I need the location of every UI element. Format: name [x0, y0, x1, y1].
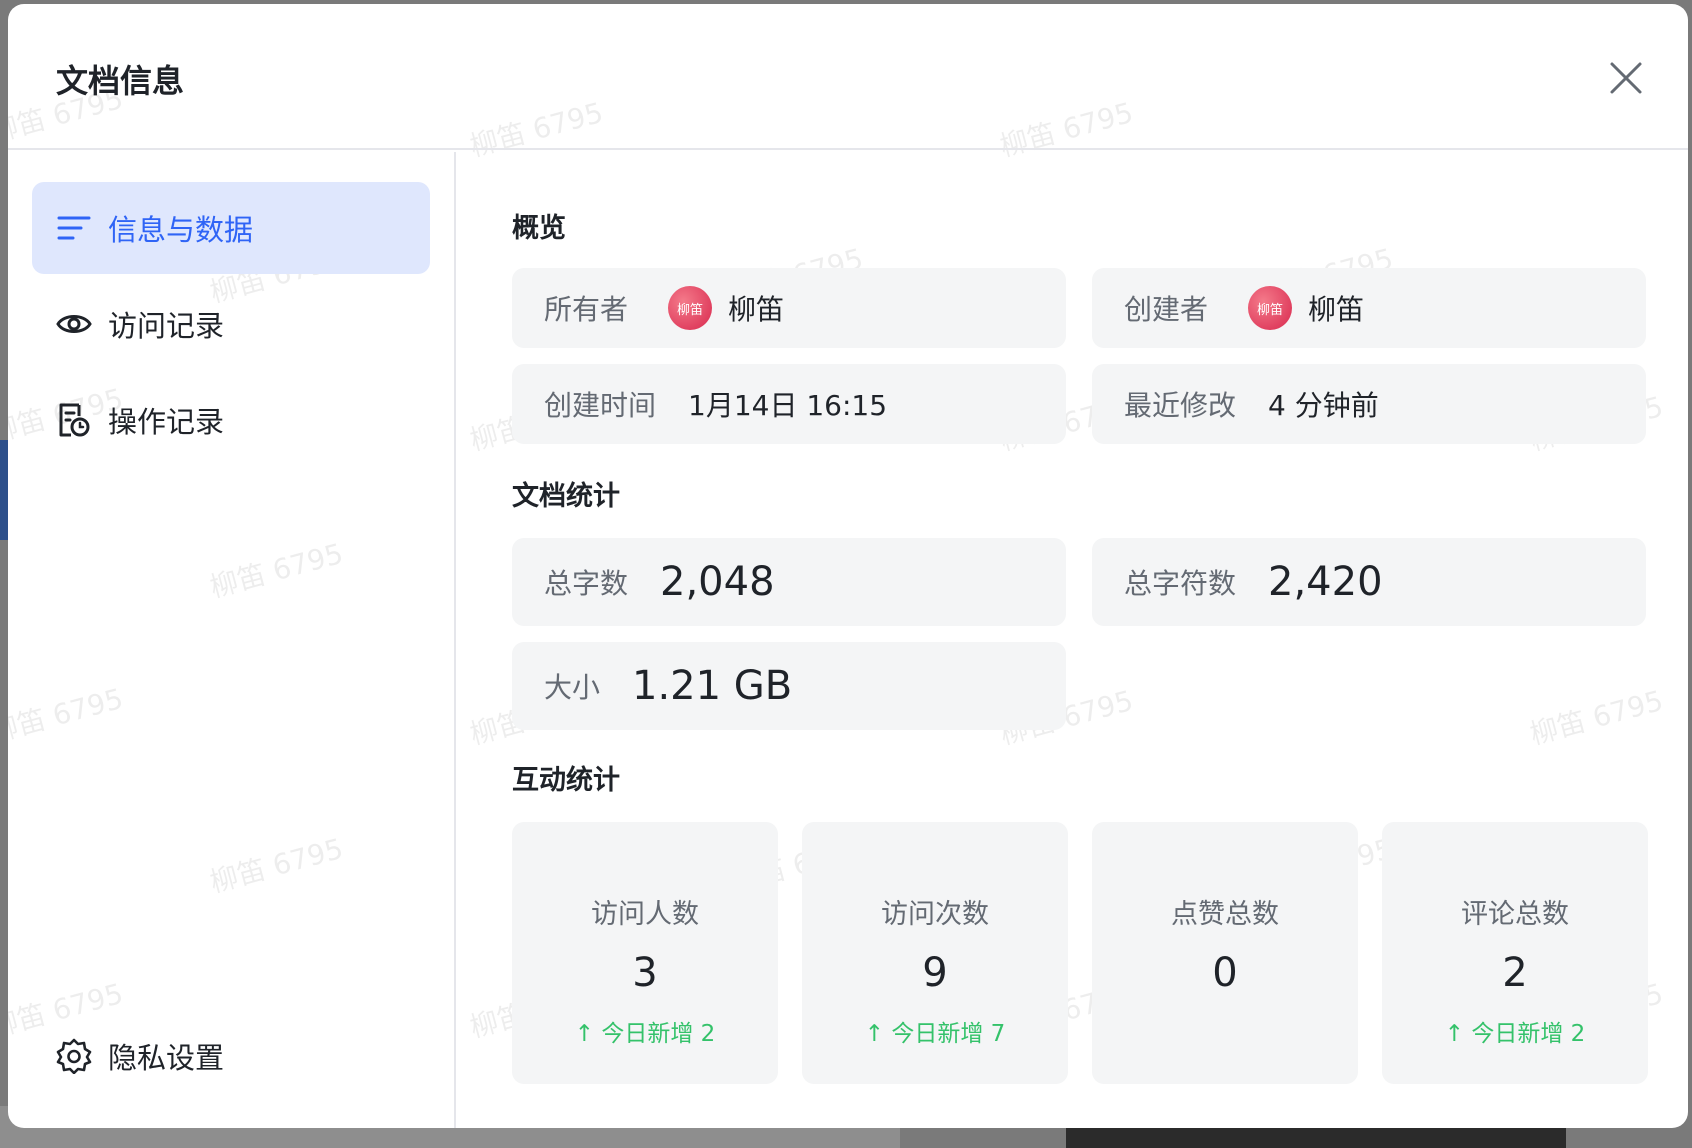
stat-label: 评论总数 [1461, 899, 1569, 930]
sidebar-item-label: 操作记录 [108, 405, 225, 439]
avatar[interactable]: 柳笛 [668, 286, 713, 330]
modified-time-card: 最近修改 4 分钟前 [1092, 364, 1646, 444]
stat-delta: ↑ 今日新增 2 [1444, 1021, 1586, 1047]
char-count-card: 总字符数 2,420 [1092, 538, 1646, 626]
comments-stat-card: 评论总数 2 ↑ 今日新增 2 [1382, 822, 1648, 1084]
sidebar: 信息与数据 访问记录 操作记录 隐私设置 [8, 152, 456, 1128]
creator-card: 创建者 柳笛 柳笛 [1092, 268, 1646, 348]
stat-label: 访问人数 [591, 899, 699, 930]
sidebar-item-info-data[interactable]: 信息与数据 [32, 182, 430, 274]
background-strip [0, 440, 8, 540]
size-label: 大小 [544, 671, 601, 704]
close-button[interactable] [1598, 52, 1654, 108]
char-count-label: 总字符数 [1124, 567, 1237, 600]
char-count-value: 2,420 [1268, 559, 1383, 605]
visits-stat-card: 访问次数 9 ↑ 今日新增 7 [802, 822, 1068, 1084]
modified-time-label: 最近修改 [1124, 389, 1237, 422]
modified-time-value: 4 分钟前 [1268, 389, 1379, 422]
section-title-doc-stats: 文档统计 [512, 481, 620, 512]
history-doc-icon [56, 402, 92, 438]
stat-value: 3 [632, 950, 658, 996]
section-title-overview: 概览 [512, 213, 566, 244]
section-title-interaction: 互动统计 [512, 765, 620, 796]
dialog-title: 文档信息 [56, 62, 185, 100]
owner-card: 所有者 柳笛 柳笛 [512, 268, 1066, 348]
visitors-stat-card: 访问人数 3 ↑ 今日新增 2 [512, 822, 778, 1084]
word-count-value: 2,048 [660, 559, 775, 605]
close-icon [1609, 61, 1643, 99]
gear-icon [56, 1038, 92, 1074]
sidebar-item-label: 隐私设置 [108, 1041, 225, 1075]
stat-label: 点赞总数 [1171, 899, 1279, 930]
sidebar-item-privacy-settings[interactable]: 隐私设置 [32, 1010, 430, 1102]
sidebar-item-label: 信息与数据 [108, 213, 254, 247]
sidebar-item-operation-records[interactable]: 操作记录 [32, 374, 430, 466]
likes-stat-card: 点赞总数 0 [1092, 822, 1358, 1084]
list-icon [56, 210, 92, 246]
created-time-card: 创建时间 1月14日 16:15 [512, 364, 1066, 444]
stat-value: 2 [1502, 950, 1528, 996]
word-count-card: 总字数 2,048 [512, 538, 1066, 626]
stat-delta: ↑ 今日新增 2 [574, 1021, 716, 1047]
info-content: 概览 所有者 柳笛 柳笛 创建者 柳笛 柳笛 创建时间 1月14日 16:15 … [458, 152, 1688, 1128]
stat-label: 访问次数 [881, 899, 989, 930]
word-count-label: 总字数 [544, 567, 629, 600]
creator-label: 创建者 [1124, 293, 1209, 326]
sidebar-item-label: 访问记录 [108, 309, 225, 343]
size-card: 大小 1.21 GB [512, 642, 1066, 730]
document-info-dialog: 柳笛 6795 柳笛 6795 柳笛 6795 柳笛 6795 柳笛 6795 … [8, 4, 1688, 1128]
eye-icon [56, 306, 92, 342]
owner-name[interactable]: 柳笛 [728, 288, 784, 328]
size-value: 1.21 GB [632, 663, 793, 709]
stat-value: 9 [922, 950, 948, 996]
stat-value: 0 [1212, 950, 1238, 996]
sidebar-item-visit-records[interactable]: 访问记录 [32, 278, 430, 370]
avatar[interactable]: 柳笛 [1248, 286, 1293, 330]
creator-name[interactable]: 柳笛 [1308, 288, 1364, 328]
owner-label: 所有者 [544, 293, 629, 326]
created-time-value: 1月14日 16:15 [688, 389, 888, 422]
created-time-label: 创建时间 [544, 389, 657, 422]
dialog-header: 文档信息 [8, 4, 1688, 150]
stat-delta: ↑ 今日新增 7 [864, 1021, 1006, 1047]
